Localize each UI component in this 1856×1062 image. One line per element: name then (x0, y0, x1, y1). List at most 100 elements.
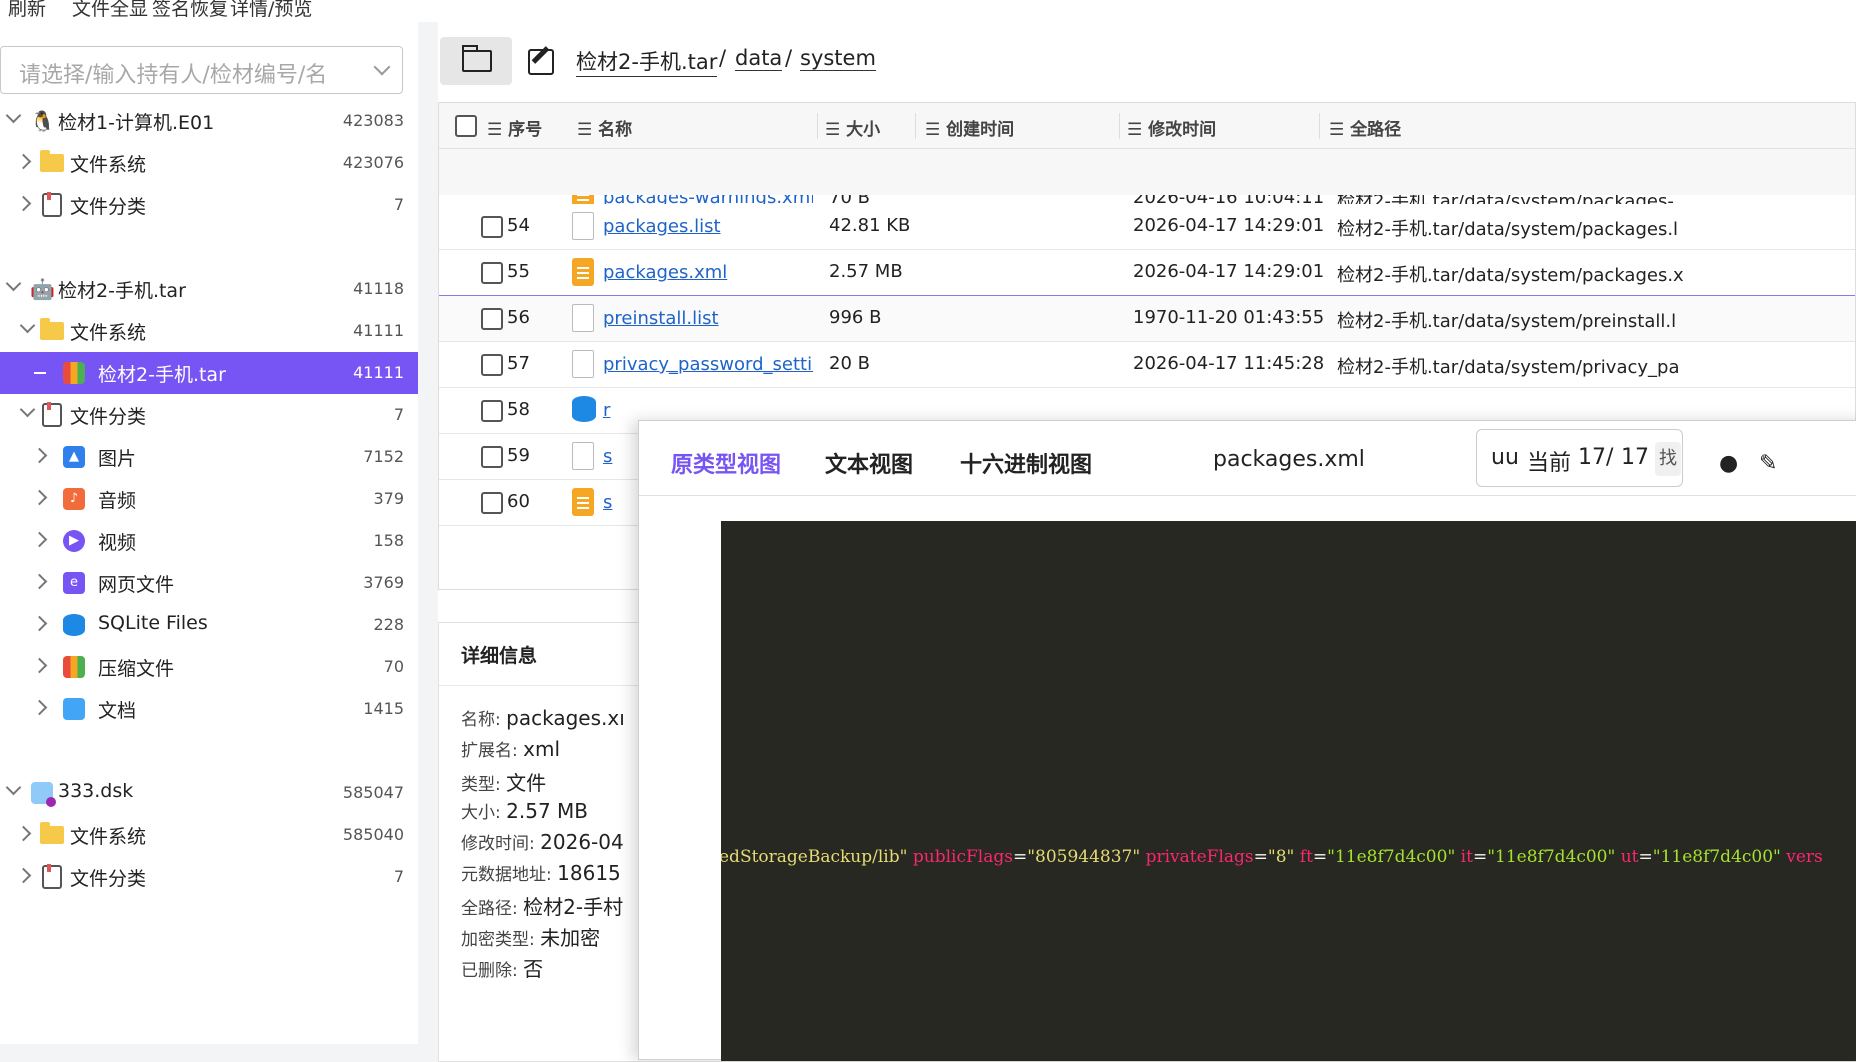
code-string: "805944837" (1027, 847, 1141, 867)
table-row-selected[interactable]: 55 packages.xml 2.57 MB 2026-04-17 14:29… (439, 250, 1855, 296)
file-name-link[interactable]: privacy_password_setting.k (603, 354, 813, 375)
search-find-button[interactable]: 找 (1655, 442, 1681, 476)
header-index[interactable]: ☰ 序号 (487, 115, 542, 140)
tree-node-images[interactable]: ▲ 图片 7152 (0, 436, 418, 478)
chevron-down-icon[interactable] (373, 58, 391, 76)
file-name-link[interactable]: packages.list (603, 216, 813, 237)
pin-icon[interactable]: ✎ (1759, 451, 1777, 476)
detail-key: 全路径: (461, 899, 518, 919)
detail-preview-menu-item[interactable]: 详情/预览 (230, 0, 312, 21)
collapse-arrow-icon[interactable] (19, 317, 36, 334)
tree-node-filesystem[interactable]: 文件系统 423076 (0, 142, 418, 184)
file-name-link[interactable]: r (603, 400, 813, 421)
breadcrumb-item[interactable]: 检材2-手机.tar (576, 46, 718, 77)
doc-icon (40, 402, 64, 427)
expand-arrow-icon[interactable] (31, 699, 48, 716)
row-checkbox[interactable] (481, 308, 503, 330)
tree-node-documents[interactable]: 文档 1415 (0, 688, 418, 730)
tree-node-count: 423076 (342, 153, 404, 172)
header-fullpath[interactable]: ☰ 全路径 (1329, 115, 1401, 140)
expand-arrow-icon[interactable] (15, 867, 32, 884)
tree-node-count: 585040 (342, 825, 404, 844)
tab-hex-view[interactable]: 十六进制视图 (960, 447, 1092, 479)
tree-node-count: 228 (373, 615, 404, 634)
xml-file-icon (572, 488, 594, 516)
header-size[interactable]: ☰ 大小 (825, 115, 880, 140)
tree-node-sqlite[interactable]: SQLite Files 228 (0, 604, 418, 646)
refresh-menu-item[interactable]: 刷新 (8, 0, 46, 21)
column-divider[interactable] (915, 113, 916, 139)
expand-arrow-icon[interactable] (31, 657, 48, 674)
tree-node-file-category[interactable]: 文件分类 7 (0, 856, 418, 898)
expand-arrow-icon[interactable] (15, 153, 32, 170)
row-checkbox[interactable] (481, 216, 503, 238)
header-modified[interactable]: ☰ 修改时间 (1127, 115, 1216, 140)
select-all-checkbox[interactable] (455, 115, 477, 137)
preview-search-box[interactable]: uu 当前 17/ 17 找 (1476, 429, 1683, 487)
signature-recovery-menu-item[interactable]: 签名恢复 (152, 0, 228, 21)
tree-node-count: 158 (373, 531, 404, 550)
row-checkbox[interactable] (481, 354, 503, 376)
tree-node-filesystem[interactable]: 文件系统 41111 (0, 310, 418, 352)
show-all-files-menu-item[interactable]: 文件全显 (72, 0, 148, 21)
header-created[interactable]: ☰ 创建时间 (925, 115, 1014, 140)
row-checkbox[interactable] (481, 446, 503, 468)
expand-arrow-icon[interactable] (15, 195, 32, 212)
tree-node-tar-selected[interactable]: 检材2-手机.tar 41111 (0, 352, 418, 394)
tab-text-view[interactable]: 文本视图 (825, 447, 913, 479)
expand-arrow-icon[interactable] (31, 573, 48, 590)
table-row[interactable]: 56 preinstall.list 996 B 1970-11-20 01:4… (439, 296, 1855, 342)
column-divider[interactable] (1319, 113, 1320, 139)
expand-arrow-icon[interactable] (31, 531, 48, 548)
filter-icon[interactable] (1279, 161, 1299, 181)
tree-node-evidence3[interactable]: 333.dsk 585047 (0, 772, 418, 814)
collapse-dash-icon[interactable] (34, 372, 46, 374)
tree-node-file-category[interactable]: 文件分类 7 (0, 184, 418, 226)
code-string: "8" (1267, 847, 1295, 867)
tree-node-file-category[interactable]: 文件分类 7 (0, 394, 418, 436)
tree-node-web[interactable]: e 网页文件 3769 (0, 562, 418, 604)
tree-node-audio[interactable]: ♪ 音频 379 (0, 478, 418, 520)
expand-arrow-icon[interactable] (31, 447, 48, 464)
filter-icon[interactable] (1077, 161, 1097, 181)
tree-node-label: 文件系统 (70, 826, 147, 848)
row-checkbox[interactable] (481, 492, 503, 514)
column-divider[interactable] (1119, 113, 1120, 139)
row-index: 55 (507, 261, 530, 282)
breadcrumb-item[interactable]: data (735, 46, 783, 71)
table-row[interactable]: 54 packages.list 42.81 KB 2026-04-17 14:… (439, 204, 1855, 250)
collapse-arrow-icon[interactable] (5, 107, 22, 124)
breadcrumb-separator: / (719, 46, 727, 70)
file-name-link[interactable]: preinstall.list (603, 308, 813, 329)
filter-icon[interactable] (773, 161, 793, 181)
search-query[interactable]: uu (1491, 445, 1519, 470)
tree-node-label: 333.dsk (58, 780, 134, 802)
edit-icon[interactable] (528, 49, 554, 75)
expand-arrow-icon[interactable] (31, 489, 48, 506)
collapse-arrow-icon[interactable] (5, 779, 22, 796)
header-name[interactable]: ☰ 名称 (577, 115, 632, 140)
row-checkbox[interactable] (481, 400, 503, 422)
collapse-arrow-icon[interactable] (19, 401, 36, 418)
tree-node-evidence1[interactable]: 🐧 检材1-计算机.E01 423083 (0, 100, 418, 142)
breadcrumb-item[interactable]: system (800, 46, 876, 71)
database-icon (62, 613, 86, 637)
tree-node-archives[interactable]: 压缩文件 70 (0, 646, 418, 688)
file-name-link[interactable]: packages.xml (603, 262, 813, 283)
tree-node-video[interactable]: ▶ 视频 158 (0, 520, 418, 562)
tree-node-filesystem[interactable]: 文件系统 585040 (0, 814, 418, 856)
column-divider[interactable] (817, 113, 818, 139)
expand-arrow-icon[interactable] (31, 615, 48, 632)
tab-original-view[interactable]: 原类型视图 (671, 447, 781, 479)
open-folder-button[interactable] (440, 37, 512, 85)
file-size: 20 B (829, 353, 870, 374)
header-index-label: 序号 (508, 120, 543, 140)
row-checkbox[interactable] (481, 262, 503, 284)
expand-arrow-icon[interactable] (15, 825, 32, 842)
evidence-search-select[interactable]: 请选择/输入持有人/检材编号/名 (0, 46, 403, 94)
table-row[interactable]: 57 privacy_password_setting.k 20 B 2026-… (439, 342, 1855, 388)
user-icon[interactable]: ● (1719, 451, 1738, 476)
doc-icon (40, 192, 64, 217)
collapse-arrow-icon[interactable] (5, 275, 22, 292)
tree-node-evidence2[interactable]: 🤖 检材2-手机.tar 41118 (0, 268, 418, 310)
